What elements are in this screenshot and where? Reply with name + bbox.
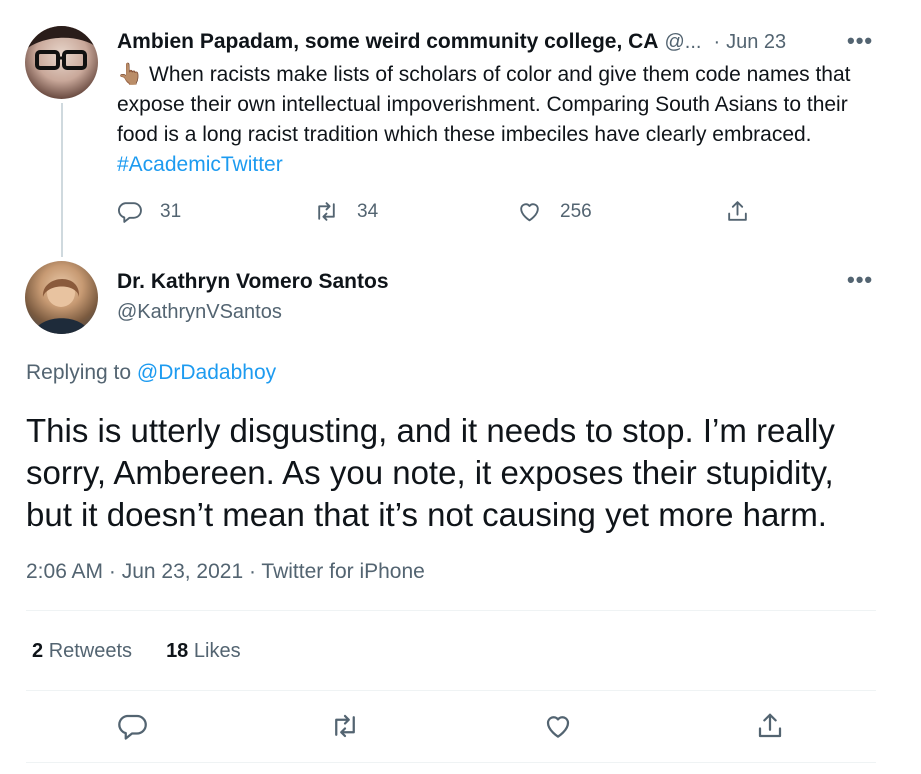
avatar-glasses-icon — [25, 26, 98, 70]
reply-icon — [118, 202, 142, 223]
avatar[interactable] — [25, 261, 98, 334]
retweet-button[interactable] — [330, 711, 360, 746]
tweet-text: This is utterly disgusting, and it needs… — [26, 412, 835, 533]
share-button[interactable] — [755, 711, 785, 746]
tweet-date[interactable]: Jun 23 — [726, 31, 786, 54]
like-count: 256 — [560, 200, 592, 222]
like-icon — [546, 716, 570, 738]
like-button[interactable] — [543, 711, 573, 746]
tweet-timestamp[interactable]: 2:06 AM · Jun 23, 2021 · Twitter for iPh… — [26, 560, 425, 584]
retweet-count: 34 — [357, 200, 379, 222]
replying-to-handle-link[interactable]: @DrDadabhoy — [137, 361, 276, 384]
tweet-text: 👆🏽 When racists make lists of scholars o… — [117, 63, 851, 176]
avatar-portrait-icon — [33, 278, 90, 334]
reply-button[interactable] — [117, 711, 147, 746]
separator: · — [713, 31, 721, 53]
hashtag-link[interactable]: #AcademicTwitter — [117, 153, 283, 176]
reply-icon — [118, 714, 147, 740]
divider — [26, 762, 876, 763]
more-icon[interactable]: ••• — [847, 267, 873, 293]
likes-stat[interactable]: 18 Likes — [166, 640, 241, 663]
share-icon — [758, 713, 782, 738]
retweet-icon — [335, 714, 355, 738]
pointing-up-emoji: 👆🏽 — [117, 63, 144, 86]
retweet-button[interactable]: 34 — [314, 199, 378, 224]
share-button[interactable] — [725, 199, 750, 224]
handle[interactable]: @KathrynVSantos — [117, 301, 282, 324]
thread-connector-line — [61, 103, 63, 257]
share-icon — [728, 201, 747, 221]
divider — [26, 610, 876, 611]
divider — [26, 690, 876, 691]
engagement-stats: 2 Retweets 18 Likes — [32, 640, 241, 663]
replying-to: Replying to @DrDadabhoy — [26, 361, 277, 384]
handle[interactable]: @... — [664, 31, 701, 54]
retweets-stat[interactable]: 2 Retweets — [32, 640, 132, 663]
avatar[interactable] — [25, 26, 98, 99]
retweet-icon — [318, 202, 335, 221]
display-name[interactable]: Dr. Kathryn Vomero Santos — [117, 270, 389, 294]
reply-count: 31 — [160, 200, 182, 222]
like-button[interactable]: 256 — [517, 199, 592, 224]
more-icon[interactable]: ••• — [847, 28, 873, 54]
reply-button[interactable]: 31 — [117, 199, 181, 224]
display-name[interactable]: Ambien Papadam, some weird community col… — [117, 30, 658, 54]
like-icon — [520, 203, 539, 222]
